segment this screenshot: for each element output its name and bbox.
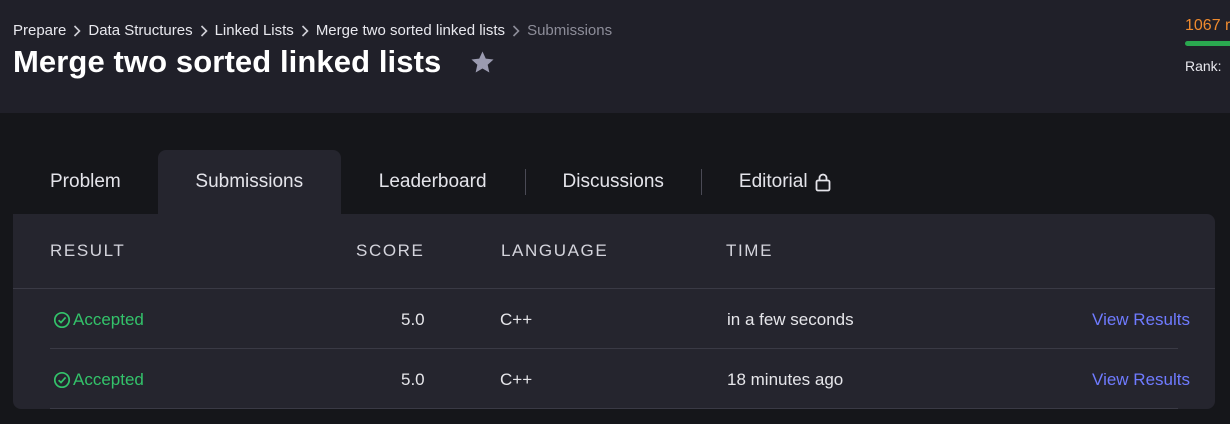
table-row: Accepted 5.0 C++ in a few seconds View R… <box>50 289 1190 349</box>
breadcrumb-submissions: Submissions <box>527 21 613 39</box>
header-score: SCORE <box>356 241 425 260</box>
header-language: LANGUAGE <box>501 241 609 260</box>
status-text: Accepted <box>73 370 144 389</box>
tab-label: Editorial <box>738 171 808 192</box>
user-score-area: 1067 r Rank: <box>1185 17 1230 74</box>
tab-label: Submissions <box>195 171 304 192</box>
breadcrumb-linked-lists[interactable]: Linked Lists <box>215 22 294 39</box>
header-result: RESULT <box>50 241 126 260</box>
tab-discussions[interactable]: Discussions <box>526 150 701 214</box>
tab-submissions[interactable]: Submissions <box>157 150 341 214</box>
status-badge: Accepted <box>53 370 144 390</box>
breadcrumb: Prepare Data Structures Linked Lists Mer… <box>13 20 612 40</box>
rank-label: Rank: <box>1185 58 1222 74</box>
tab-label: Discussions <box>562 171 664 192</box>
language-value: C++ <box>500 370 533 389</box>
score-progress-bar <box>1185 41 1230 46</box>
star-icon[interactable] <box>467 47 497 77</box>
lock-icon <box>814 172 832 192</box>
table-row: Accepted 5.0 C++ 18 minutes ago View Res… <box>50 349 1190 409</box>
chevron-right-icon <box>505 22 527 39</box>
status-badge: Accepted <box>53 310 144 330</box>
view-results-link[interactable]: View Results <box>1092 310 1190 330</box>
user-score: 1067 r <box>1185 17 1230 34</box>
status-text: Accepted <box>73 310 144 329</box>
breadcrumb-merge-two-sorted-linked-lists[interactable]: Merge two sorted linked lists <box>316 22 505 39</box>
chevron-right-icon <box>193 22 215 39</box>
tab-label: Leaderboard <box>378 171 487 192</box>
chevron-right-icon <box>294 22 316 39</box>
title-row: Merge two sorted linked lists <box>13 44 497 80</box>
page-title: Merge two sorted linked lists <box>13 44 442 79</box>
header-time: TIME <box>726 241 774 260</box>
time-value: in a few seconds <box>727 310 854 329</box>
tab-bar: Problem Submissions Leaderboard Discussi… <box>13 150 869 214</box>
submissions-panel: RESULT SCORE LANGUAGE TIME Accepted 5.0 … <box>13 214 1215 409</box>
tab-problem[interactable]: Problem <box>13 150 158 214</box>
breadcrumb-prepare[interactable]: Prepare <box>13 22 66 39</box>
time-value: 18 minutes ago <box>727 370 844 389</box>
chevron-right-icon <box>66 22 88 39</box>
breadcrumb-data-structures[interactable]: Data Structures <box>88 22 192 39</box>
language-value: C++ <box>500 310 533 329</box>
tab-label: Problem <box>50 171 121 192</box>
tab-editorial[interactable]: Editorial <box>702 150 869 214</box>
check-circle-icon <box>53 311 71 329</box>
check-circle-icon <box>53 371 71 389</box>
page-header: Prepare Data Structures Linked Lists Mer… <box>0 0 1230 113</box>
tab-leaderboard[interactable]: Leaderboard <box>341 150 525 214</box>
view-results-link[interactable]: View Results <box>1092 370 1190 390</box>
score-value: 5.0 <box>401 370 425 389</box>
table-header: RESULT SCORE LANGUAGE TIME <box>13 214 1215 289</box>
score-value: 5.0 <box>401 310 425 329</box>
